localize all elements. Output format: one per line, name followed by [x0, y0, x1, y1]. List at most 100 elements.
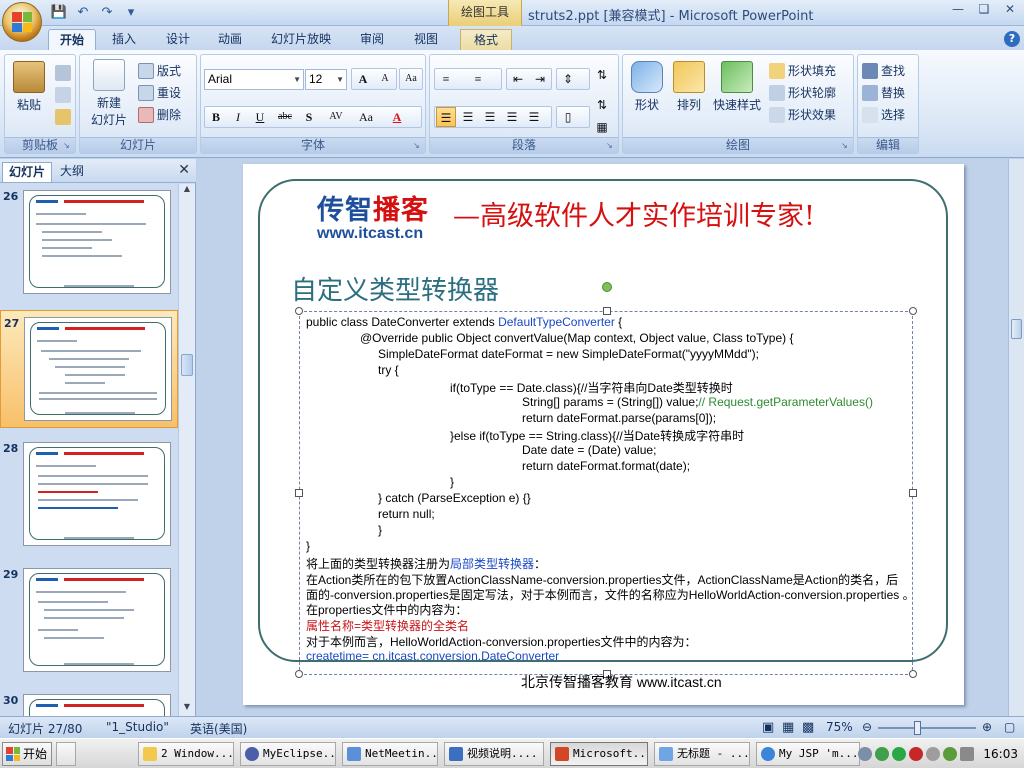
- slide[interactable]: 传智播客 www.itcast.cn —高级软件人才实作培训专家! 自定义类型转…: [243, 164, 964, 705]
- launcher-icon[interactable]: ↘: [606, 141, 616, 151]
- resize-handle[interactable]: [603, 307, 611, 315]
- zoom-level[interactable]: 75%: [826, 720, 853, 734]
- tab-view[interactable]: 视图: [404, 29, 448, 50]
- tab-insert[interactable]: 插入: [102, 29, 146, 50]
- columns-icon[interactable]: ▯: [558, 107, 578, 127]
- start-button[interactable]: 开始: [2, 742, 52, 766]
- resize-handle[interactable]: [909, 489, 917, 497]
- slide-show-icon[interactable]: ▩: [802, 720, 814, 735]
- launcher-icon[interactable]: ↘: [413, 141, 423, 151]
- restore-icon[interactable]: ❑: [972, 1, 996, 19]
- close-icon[interactable]: ✕: [178, 162, 190, 178]
- tray-icon[interactable]: [858, 747, 873, 761]
- tray-icon[interactable]: [892, 747, 907, 761]
- slide-scrollbar[interactable]: [1008, 159, 1024, 716]
- tab-outline[interactable]: 大纲: [54, 162, 90, 182]
- zoom-out-icon[interactable]: ⊖: [862, 720, 872, 734]
- minimize-icon[interactable]: —: [946, 1, 970, 19]
- slide-sorter-icon[interactable]: ▦: [782, 720, 794, 735]
- shape-effects-button[interactable]: 形状效果: [769, 105, 836, 125]
- taskbar-window[interactable]: 无标题 - ...: [654, 742, 750, 766]
- thumbnail-slot-selected[interactable]: 27: [0, 310, 178, 428]
- line-spacing-icon[interactable]: ⇕: [558, 69, 578, 89]
- align-left-icon[interactable]: ☰: [436, 107, 456, 127]
- taskbar-window[interactable]: 2 Window...: [138, 742, 234, 766]
- grow-font-button[interactable]: A: [353, 69, 373, 89]
- shape-outline-button[interactable]: 形状轮廓: [769, 83, 836, 103]
- tray-icon[interactable]: [943, 747, 958, 761]
- tray-icon[interactable]: [875, 747, 890, 761]
- font-color-button[interactable]: A: [387, 107, 407, 127]
- layout-button[interactable]: 版式: [138, 61, 181, 81]
- resize-handle[interactable]: [909, 307, 917, 315]
- bullets-icon[interactable]: ≡: [436, 69, 456, 89]
- select-button[interactable]: 选择: [862, 105, 905, 125]
- speaker-icon[interactable]: [960, 747, 975, 761]
- justify-icon[interactable]: ☰: [502, 107, 522, 127]
- scroll-down-icon[interactable]: ▼: [179, 702, 195, 716]
- taskbar-window-active[interactable]: Microsoft...: [550, 742, 648, 766]
- office-button[interactable]: [2, 2, 42, 42]
- font-size-combo[interactable]: 12 ▼: [305, 69, 347, 90]
- thumbnail-slot[interactable]: 29: [0, 562, 178, 680]
- thumbnail-slot[interactable]: 26: [0, 184, 178, 302]
- slide-title[interactable]: 自定义类型转换器: [291, 270, 499, 307]
- clear-format-button[interactable]: Aa: [401, 69, 421, 89]
- zoom-slider-knob[interactable]: [914, 721, 922, 735]
- launcher-icon[interactable]: ↘: [63, 141, 73, 151]
- copy-button[interactable]: [55, 85, 71, 105]
- scrollbar-thumb[interactable]: [1011, 319, 1022, 339]
- redo-icon[interactable]: ↷: [98, 4, 116, 20]
- replace-button[interactable]: 替换: [862, 83, 905, 103]
- smartart-icon[interactable]: ▦: [592, 117, 612, 137]
- resize-handle[interactable]: [909, 670, 917, 678]
- decrease-indent-icon[interactable]: ⇤: [508, 69, 528, 89]
- show-desktop-icon[interactable]: [56, 742, 76, 766]
- underline-button[interactable]: U: [250, 107, 270, 127]
- normal-view-icon[interactable]: ▣: [762, 720, 774, 735]
- help-icon[interactable]: ?: [1004, 31, 1020, 47]
- shape-fill-button[interactable]: 形状填充: [769, 61, 836, 81]
- thumbnail-slot[interactable]: 30: [0, 688, 178, 716]
- close-icon[interactable]: ✕: [998, 1, 1022, 19]
- strikethrough-button[interactable]: abc: [272, 107, 298, 127]
- zoom-in-icon[interactable]: ⊕: [982, 720, 992, 734]
- resize-handle[interactable]: [295, 307, 303, 315]
- taskbar-window[interactable]: My JSP 'm...: [756, 742, 860, 766]
- scroll-up-icon[interactable]: ▲: [179, 184, 195, 198]
- shadow-button[interactable]: S: [299, 107, 319, 127]
- fit-window-icon[interactable]: ▢: [1004, 720, 1015, 734]
- find-button[interactable]: 查找: [862, 61, 905, 81]
- font-name-combo[interactable]: Arial ▼: [204, 69, 304, 90]
- tray-icon[interactable]: [926, 747, 941, 761]
- tab-slide-show[interactable]: 幻灯片放映: [264, 29, 338, 50]
- distributed-icon[interactable]: ☰: [524, 107, 544, 127]
- tab-home[interactable]: 开始: [48, 29, 96, 50]
- code-textbox[interactable]: public class DateConverter extends Defau…: [295, 282, 917, 678]
- tab-review[interactable]: 审阅: [350, 29, 394, 50]
- rotate-handle[interactable]: [602, 282, 612, 292]
- launcher-icon[interactable]: ↘: [841, 141, 851, 151]
- italic-button[interactable]: I: [228, 107, 248, 127]
- zoom-slider[interactable]: [874, 721, 980, 735]
- quick-styles-button[interactable]: 快速样式: [711, 61, 763, 113]
- new-slide-button[interactable]: 新建 幻灯片: [84, 59, 134, 128]
- tab-slides[interactable]: 幻灯片: [2, 162, 53, 182]
- numbering-icon[interactable]: ≡: [468, 69, 488, 89]
- bold-button[interactable]: B: [206, 107, 226, 127]
- align-right-icon[interactable]: ☰: [480, 107, 500, 127]
- taskbar-window[interactable]: NetMeetin...: [342, 742, 438, 766]
- align-center-icon[interactable]: ☰: [458, 107, 478, 127]
- reset-button[interactable]: 重设: [138, 83, 181, 103]
- language-indicator[interactable]: 英语(美国): [190, 720, 247, 737]
- arrange-button[interactable]: 排列: [671, 61, 707, 113]
- tray-icon[interactable]: [909, 747, 924, 761]
- scrollbar-thumb[interactable]: [181, 354, 193, 376]
- shapes-button[interactable]: 形状: [629, 61, 665, 113]
- text-direction-icon[interactable]: ⇅: [592, 65, 612, 85]
- taskbar-window[interactable]: 视频说明....: [444, 742, 544, 766]
- cut-button[interactable]: [55, 63, 71, 83]
- thumbnail-slot[interactable]: 28: [0, 436, 178, 554]
- char-spacing-button[interactable]: AV: [323, 107, 349, 127]
- undo-icon[interactable]: ↶: [74, 4, 92, 20]
